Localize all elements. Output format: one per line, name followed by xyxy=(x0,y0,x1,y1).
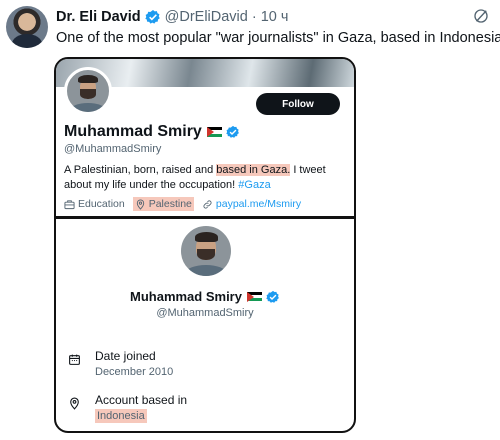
separator-dot: · xyxy=(251,9,257,25)
palestine-flag-icon xyxy=(206,127,222,137)
verified-icon xyxy=(144,10,160,24)
briefcase-icon xyxy=(64,199,75,209)
profile-avatar xyxy=(64,67,112,115)
bio-hashtag[interactable]: #Gaza xyxy=(238,179,270,191)
calendar-icon xyxy=(69,354,80,365)
profile-meta-row: Education Palestine paypal.me/Msmiry xyxy=(64,197,309,211)
account-info-handle: @MuhammadSmiry xyxy=(156,307,254,319)
author-name[interactable]: Dr. Eli David xyxy=(56,9,141,25)
author-avatar[interactable] xyxy=(6,6,48,48)
account-info-avatar xyxy=(178,223,234,279)
account-info-name-text: Muhammad Smiry xyxy=(130,289,242,304)
date-joined-row: Date joined December 2010 xyxy=(68,349,173,380)
profile-bio: A Palestinian, born, raised and based in… xyxy=(64,163,348,193)
meta-location: Palestine xyxy=(132,197,194,211)
verified-icon xyxy=(226,125,239,138)
meta-category: Education xyxy=(64,198,125,210)
meta-link[interactable]: paypal.me/Msmiry xyxy=(202,198,301,210)
account-based-label: Account based in xyxy=(95,393,188,407)
grok-icon[interactable] xyxy=(472,7,490,25)
tweet-media-image[interactable]: Follow Muhammad Smiry @MuhammadSmiry A P… xyxy=(54,57,356,433)
tweet: Dr. Eli David @DrEliDavid · 10 ч One of … xyxy=(0,0,500,440)
account-based-value: Indonesia xyxy=(95,409,147,423)
author-handle[interactable]: @DrEliDavid xyxy=(165,9,248,25)
meta-link-label[interactable]: paypal.me/Msmiry xyxy=(216,198,301,210)
date-joined-label: Date joined xyxy=(95,349,156,363)
location-pin-icon xyxy=(136,199,144,210)
tweet-text: One of the most popular "war journalists… xyxy=(56,29,500,48)
palestine-flag-icon xyxy=(246,291,262,302)
profile-name: Muhammad Smiry xyxy=(64,123,240,141)
meta-location-label: Palestine xyxy=(148,198,192,210)
profile-name-text: Muhammad Smiry xyxy=(64,123,202,140)
account-info-screenshot: Muhammad Smiry @MuhammadSmiry Date joine… xyxy=(56,219,354,431)
account-info-name: Muhammad Smiry xyxy=(56,289,354,304)
follow-button[interactable]: Follow xyxy=(256,93,340,115)
link-icon xyxy=(203,199,212,209)
location-pin-icon xyxy=(70,397,79,410)
tweet-header: Dr. Eli David @DrEliDavid · 10 ч xyxy=(56,7,490,27)
date-joined-value: December 2010 xyxy=(95,366,174,378)
tweet-time[interactable]: 10 ч xyxy=(261,9,289,25)
bio-text-1: A Palestinian, born, raised and xyxy=(64,164,217,176)
verified-icon xyxy=(266,290,279,303)
bio-highlight: based in Gaza. xyxy=(216,164,291,176)
tweet-text-body: One of the most popular "war journalists… xyxy=(56,30,500,46)
meta-category-label: Education xyxy=(78,198,125,210)
account-based-row: Account based in Indonesia xyxy=(68,393,187,424)
profile-card-screenshot: Follow Muhammad Smiry @MuhammadSmiry A P… xyxy=(56,59,354,216)
profile-handle: @MuhammadSmiry xyxy=(64,143,162,155)
